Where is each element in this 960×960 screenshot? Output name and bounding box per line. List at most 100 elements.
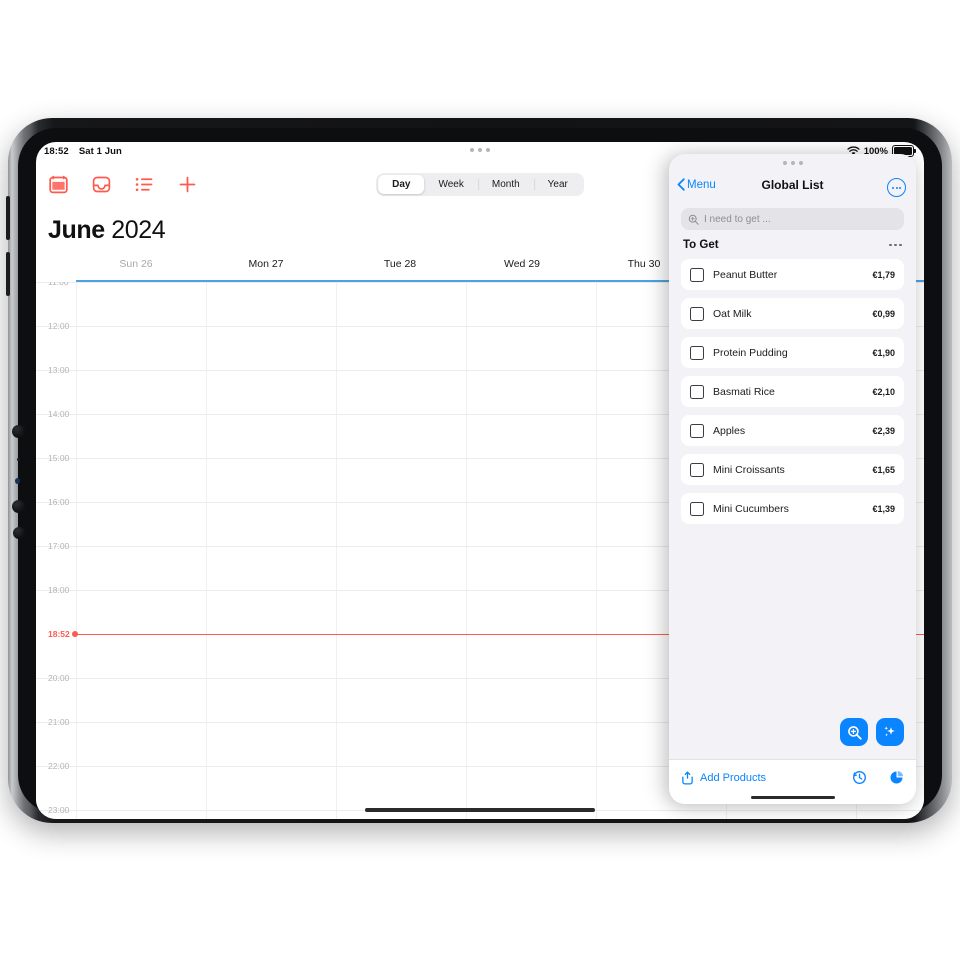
day-header-sun26[interactable]: Sun 26 [76,258,196,270]
item-name: Apples [713,424,746,437]
item-price: €1,65 [872,464,895,475]
day-header-tue28[interactable]: Tue 28 [340,258,460,270]
item-checkbox[interactable] [690,345,704,360]
item-price: €1,39 [872,503,895,514]
pie-chart-icon[interactable] [889,770,904,785]
item-checkbox[interactable] [690,423,704,438]
add-products-button[interactable]: Add Products [681,771,766,785]
item-price: €1,79 [872,269,895,280]
search-placeholder: I need to get ... [704,213,771,225]
more-dots-icon[interactable] [889,243,902,247]
volume-button-up[interactable] [6,196,10,240]
item-checkbox[interactable] [690,267,704,282]
item-name: Mini Croissants [713,463,785,476]
item-name: Protein Pudding [713,346,788,359]
item-price: €2,10 [872,386,895,397]
grid-vline [76,282,77,819]
list-item[interactable]: Peanut Butter €1,79 [681,259,904,290]
screenshot-root: 18:52 Sat 1 Jun 100% Day Week Month Year… [0,0,960,960]
secondary-sensor [13,527,25,539]
sparkles-icon [884,726,895,737]
hour-label-20: 20:00 [48,673,70,683]
item-price: €2,39 [872,425,895,436]
item-name: Peanut Butter [713,268,778,281]
list-item[interactable]: Apples €2,39 [681,415,904,446]
upload-box-icon [682,771,693,785]
calendar-icon[interactable] [48,174,69,195]
item-checkbox[interactable] [690,462,704,477]
search-products-button[interactable] [840,718,868,746]
multitasking-dots[interactable] [470,148,490,152]
segment-day[interactable]: Day [378,175,425,194]
plus-icon[interactable] [177,174,198,195]
home-indicator[interactable] [365,808,595,812]
list-item[interactable]: Mini Cucumbers €1,39 [681,493,904,524]
calendar-toolbar-icons [48,174,198,195]
item-name: Mini Cucumbers [713,502,789,515]
title-month: June [48,216,105,244]
segment-year[interactable]: Year [533,175,582,194]
panel-bottom-icons [852,770,904,785]
status-time: 18:52 [44,146,69,157]
hour-label-23: 23:00 [48,805,70,815]
section-header: To Get [683,239,902,251]
status-bar-left: 18:52 Sat 1 Jun [44,146,122,157]
panel-navigation-bar: Menu Global List [669,174,916,202]
hour-label-21: 21:00 [48,717,70,727]
volume-button-down[interactable] [6,252,10,296]
list-icon[interactable] [134,174,155,195]
panel-home-indicator[interactable] [750,795,835,799]
more-circle-icon[interactable] [887,178,906,197]
page-title: June 2024 [48,216,166,245]
item-price: €0,99 [872,308,895,319]
title-year: 2024 [111,216,166,244]
panel-drag-handle[interactable] [782,161,803,165]
hour-label-12: 12:00 [48,321,70,331]
device-screen: 18:52 Sat 1 Jun 100% Day Week Month Year… [36,142,924,819]
hour-label-13: 13:00 [48,365,70,375]
current-time-label: 18:52 [48,629,70,639]
front-camera-lens [12,425,25,438]
clock-history-icon[interactable] [852,770,867,785]
inbox-tray-icon[interactable] [91,174,112,195]
item-checkbox[interactable] [690,384,704,399]
grid-vline [206,282,207,819]
hour-label-17: 17:00 [48,541,70,551]
item-name: Basmati Rice [713,385,775,398]
search-input[interactable]: I need to get ... [681,208,904,230]
hour-label-16: 16:00 [48,497,70,507]
ambient-sensor [17,458,20,461]
add-products-label: Add Products [700,772,767,784]
item-price: €1,90 [872,347,895,358]
grid-vline [336,282,337,819]
segment-week[interactable]: Week [424,175,477,194]
search-plus-icon [688,214,699,225]
list-item[interactable]: Oat Milk €0,99 [681,298,904,329]
magic-suggest-button[interactable] [876,718,904,746]
hour-label-14: 14:00 [48,409,70,419]
slide-over-panel: Menu Global List I need to get ... To Ge… [669,154,916,804]
hour-label-18: 18:00 [48,585,70,595]
status-date: Sat 1 Jun [78,146,122,157]
panel-title: Global List [761,178,824,192]
panel-bottom-bar: Add Products [669,759,916,804]
list-item[interactable]: Basmati Rice €2,10 [681,376,904,407]
item-checkbox[interactable] [690,501,704,516]
proximity-sensor [15,478,20,484]
search-plus-icon [847,725,862,740]
hour-label-11: 11:00 [48,282,69,287]
segment-month[interactable]: Month [477,175,534,194]
hour-label-22: 22:00 [48,761,70,771]
shopping-list: Peanut Butter €1,79 Oat Milk €0,99 Prote… [681,259,904,532]
day-header-wed29[interactable]: Wed 29 [462,258,582,270]
grid-vline [596,282,597,819]
rear-sensor [12,500,25,513]
hour-label-15: 15:00 [48,453,70,463]
floating-action-buttons [840,718,904,746]
list-item[interactable]: Protein Pudding €1,90 [681,337,904,368]
day-header-mon27[interactable]: Mon 27 [206,258,326,270]
list-item[interactable]: Mini Croissants €1,65 [681,454,904,485]
current-time-dot [72,631,78,637]
item-checkbox[interactable] [690,306,704,321]
view-segmented-control[interactable]: Day Week Month Year [376,173,584,196]
